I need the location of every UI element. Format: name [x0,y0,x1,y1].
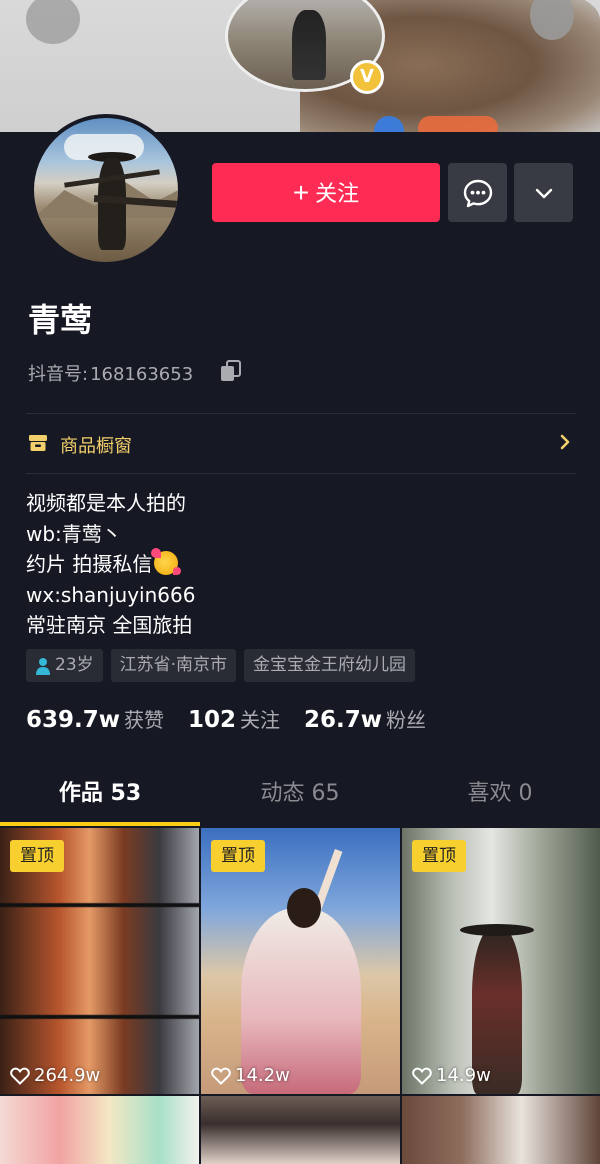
chat-bubble-icon [463,179,492,207]
video-thumbnail[interactable]: 置顶 264.9w [0,828,199,1094]
video-likes: 264.9w [10,1065,100,1086]
heart-icon [211,1067,231,1085]
person-icon [36,657,50,675]
pinned-badge: 置顶 [211,840,265,872]
cover-figure [292,10,326,80]
following-count: 102 [188,707,237,733]
video-likes: 14.2w [211,1065,290,1086]
douyin-id: 抖音号: 168163653 [28,360,193,386]
profile-tags: 23岁 江苏省·南京市 金宝宝金王府幼儿园 [26,649,416,682]
profile-stats: 639.7w 获赞 102 关注 26.7w 粉丝 [26,704,450,733]
heart-icon [412,1067,432,1085]
bio-line: 常驻南京 全国旅拍 [26,613,193,637]
follow-button-label: 关注 [315,181,360,206]
bio-line: 视频都是本人拍的 [26,491,186,515]
video-thumbnail[interactable]: 置顶 14.9w [402,828,600,1094]
pinned-badge: 置顶 [10,840,64,872]
fans-label: 粉丝 [386,708,427,732]
cover-decoration [26,0,80,44]
verified-badge-icon: V [350,60,384,94]
likes-label: 获赞 [124,708,164,732]
location-tag: 江苏省·南京市 [110,649,237,682]
heart-icon [10,1067,30,1085]
following-stat[interactable]: 102 关注 [188,704,280,733]
content-tabs: 作品 53 动态 65 喜欢 0 [0,768,600,826]
tab-works[interactable]: 作品 53 [0,768,200,826]
video-likes-count: 264.9w [34,1065,101,1086]
follow-button[interactable]: + 关注 [212,163,440,222]
thumbnail-hat [460,924,534,936]
bio-line-text: 约片 拍摄私信 [26,552,153,576]
age-label: 23岁 [55,655,94,675]
more-options-button[interactable] [514,163,573,222]
profile-cover: V [0,0,600,134]
message-button[interactable] [448,163,507,222]
video-thumbnail[interactable] [402,1096,600,1164]
tab-moments[interactable]: 动态 65 [200,768,400,826]
video-likes-count: 14.9w [436,1065,491,1086]
shop-window-row[interactable]: 商品橱窗 [26,424,576,464]
video-grid: 置顶 264.9w 置顶 14.2w 置顶 14.9w [0,828,600,1164]
pinned-badge: 置顶 [412,840,466,872]
age-tag: 23岁 [26,649,103,682]
douyin-id-value: 168163653 [90,364,194,385]
divider [26,473,576,474]
douyin-id-label: 抖音号: [28,364,89,385]
avatar[interactable] [30,114,182,266]
fans-count: 26.7w [304,707,383,733]
plus-icon: + [292,177,310,208]
video-likes-count: 14.2w [235,1065,290,1086]
chevron-right-icon [560,434,570,450]
copy-icon[interactable] [218,358,244,384]
thumbnail-head [287,888,321,928]
school-tag: 金宝宝金王府幼儿园 [244,649,416,682]
video-thumbnail[interactable] [0,1096,199,1164]
smiling-hearts-emoji-icon [151,548,182,575]
chevron-down-icon [535,188,552,198]
bio-line-with-emoji: 约片 拍摄私信 [26,548,195,580]
fans-stat[interactable]: 26.7w 粉丝 [304,704,426,733]
bio-line: wb:青莺丶 [26,521,122,546]
bio: 视频都是本人拍的 wb:青莺丶 约片 拍摄私信 wx:shanjuyin666 … [26,488,195,641]
following-label: 关注 [240,708,281,732]
shop-window-label: 商品橱窗 [60,436,132,457]
shop-window-icon [29,435,47,451]
profile-name: 青莺 [28,301,93,339]
divider [26,413,576,414]
bio-line: wx:shanjuyin666 [26,582,196,607]
likes-count: 639.7w [26,707,120,733]
video-thumbnail[interactable] [201,1096,400,1164]
tab-likes[interactable]: 喜欢 0 [400,768,600,826]
video-likes: 14.9w [412,1065,491,1086]
likes-stat[interactable]: 639.7w 获赞 [26,704,164,733]
video-thumbnail[interactable]: 置顶 14.2w [201,828,400,1094]
